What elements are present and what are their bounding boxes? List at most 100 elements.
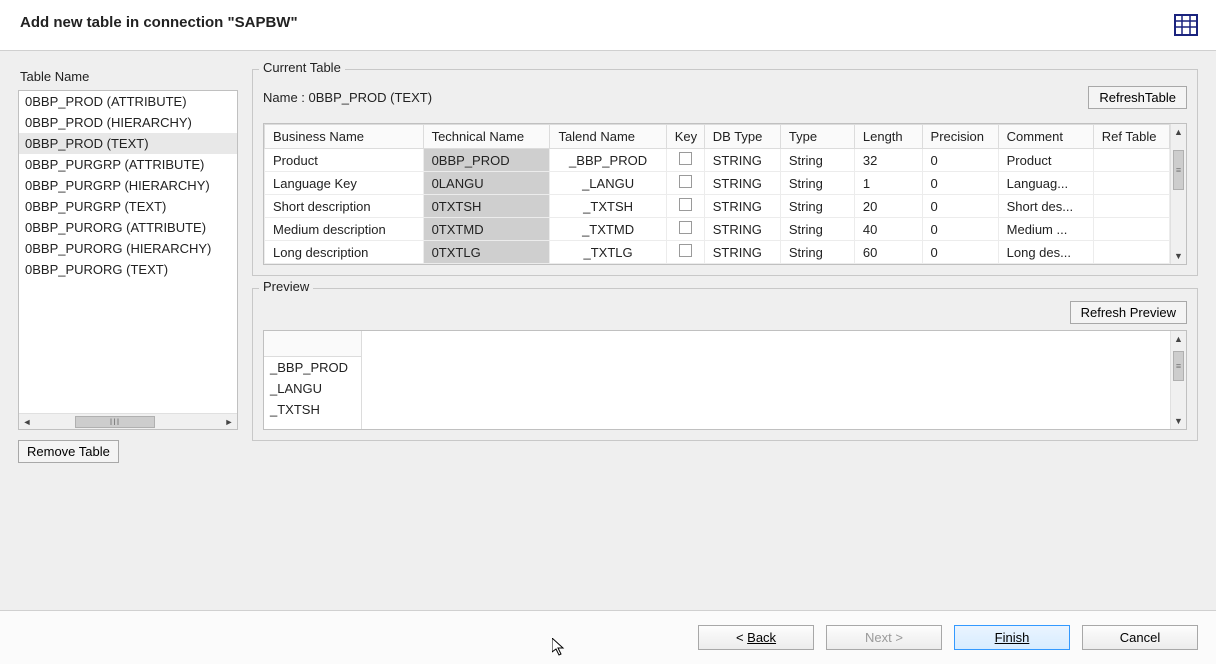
- cell-business[interactable]: Long description: [265, 241, 424, 264]
- col-precision[interactable]: Precision: [922, 125, 998, 149]
- col-business-name[interactable]: Business Name: [265, 125, 424, 149]
- cell-dbtype[interactable]: STRING: [704, 218, 780, 241]
- finish-button[interactable]: Finish: [954, 625, 1070, 650]
- preview-row[interactable]: _LANGU: [264, 378, 361, 399]
- list-item[interactable]: 0BBP_PURGRP (HIERARCHY): [19, 175, 237, 196]
- cell-technical[interactable]: 0BBP_PROD: [423, 149, 550, 172]
- preview-row[interactable]: _TXTSH: [264, 399, 361, 420]
- cell-ref[interactable]: [1093, 218, 1169, 241]
- col-ref-table[interactable]: Ref Table: [1093, 125, 1169, 149]
- cell-dbtype[interactable]: STRING: [704, 172, 780, 195]
- cell-length[interactable]: 20: [854, 195, 922, 218]
- preview-table[interactable]: _BBP_PROD _LANGU _TXTSH ▲ ≡ ▼: [263, 330, 1187, 430]
- checkbox-icon[interactable]: [679, 221, 692, 234]
- cell-type[interactable]: String: [780, 241, 854, 264]
- list-item[interactable]: 0BBP_PROD (ATTRIBUTE): [19, 91, 237, 112]
- checkbox-icon[interactable]: [679, 244, 692, 257]
- scroll-up-icon[interactable]: ▲: [1171, 124, 1186, 140]
- list-item[interactable]: 0BBP_PURGRP (TEXT): [19, 196, 237, 217]
- checkbox-icon[interactable]: [679, 175, 692, 188]
- cell-length[interactable]: 40: [854, 218, 922, 241]
- cell-ref[interactable]: [1093, 195, 1169, 218]
- cell-dbtype[interactable]: STRING: [704, 241, 780, 264]
- cell-talend[interactable]: _BBP_PROD: [550, 149, 666, 172]
- scrollbar-thumb[interactable]: III: [75, 416, 155, 428]
- table-name-list[interactable]: 0BBP_PROD (ATTRIBUTE) 0BBP_PROD (HIERARC…: [18, 90, 238, 430]
- vertical-scrollbar[interactable]: ▲ ≡ ▼: [1170, 124, 1186, 264]
- col-db-type[interactable]: DB Type: [704, 125, 780, 149]
- scroll-right-icon[interactable]: ►: [221, 414, 237, 430]
- cell-technical[interactable]: 0TXTLG: [423, 241, 550, 264]
- scroll-down-icon[interactable]: ▼: [1171, 248, 1186, 264]
- cell-comment[interactable]: Medium ...: [998, 218, 1093, 241]
- scroll-up-icon[interactable]: ▲: [1171, 331, 1186, 347]
- refresh-preview-button[interactable]: Refresh Preview: [1070, 301, 1187, 324]
- cell-key[interactable]: [666, 172, 704, 195]
- cell-length[interactable]: 60: [854, 241, 922, 264]
- cell-type[interactable]: String: [780, 149, 854, 172]
- back-button[interactable]: < Back: [698, 625, 814, 650]
- cell-technical[interactable]: 0TXTMD: [423, 218, 550, 241]
- cell-ref[interactable]: [1093, 172, 1169, 195]
- list-item[interactable]: 0BBP_PROD (TEXT): [19, 133, 237, 154]
- table-row[interactable]: Short description0TXTSH_TXTSHSTRINGStrin…: [265, 195, 1170, 218]
- cell-business[interactable]: Product: [265, 149, 424, 172]
- checkbox-icon[interactable]: [679, 198, 692, 211]
- cell-comment[interactable]: Product: [998, 149, 1093, 172]
- cell-dbtype[interactable]: STRING: [704, 149, 780, 172]
- remove-table-button[interactable]: Remove Table: [18, 440, 119, 463]
- cell-length[interactable]: 1: [854, 172, 922, 195]
- scrollbar-thumb[interactable]: ≡: [1173, 150, 1184, 190]
- list-item[interactable]: 0BBP_PURORG (ATTRIBUTE): [19, 217, 237, 238]
- vertical-scrollbar[interactable]: ▲ ≡ ▼: [1170, 331, 1186, 429]
- list-item[interactable]: 0BBP_PURORG (HIERARCHY): [19, 238, 237, 259]
- cell-length[interactable]: 32: [854, 149, 922, 172]
- cell-type[interactable]: String: [780, 218, 854, 241]
- col-comment[interactable]: Comment: [998, 125, 1093, 149]
- cell-precision[interactable]: 0: [922, 149, 998, 172]
- list-item[interactable]: 0BBP_PURORG (TEXT): [19, 259, 237, 280]
- cell-talend[interactable]: _TXTLG: [550, 241, 666, 264]
- horizontal-scrollbar[interactable]: ◄ III ►: [19, 413, 237, 429]
- checkbox-icon[interactable]: [679, 152, 692, 165]
- table-row[interactable]: Long description0TXTLG_TXTLG STRINGString…: [265, 241, 1170, 264]
- cell-talend[interactable]: _TXTMD: [550, 218, 666, 241]
- cell-talend[interactable]: _LANGU: [550, 172, 666, 195]
- cell-technical[interactable]: 0TXTSH: [423, 195, 550, 218]
- cell-dbtype[interactable]: STRING: [704, 195, 780, 218]
- scrollbar-thumb[interactable]: ≡: [1173, 351, 1184, 381]
- cell-precision[interactable]: 0: [922, 218, 998, 241]
- col-technical-name[interactable]: Technical Name: [423, 125, 550, 149]
- col-type[interactable]: Type: [780, 125, 854, 149]
- cell-key[interactable]: [666, 195, 704, 218]
- scroll-left-icon[interactable]: ◄: [19, 414, 35, 430]
- table-row[interactable]: Medium description0TXTMD_TXTMD STRINGStri…: [265, 218, 1170, 241]
- cell-comment[interactable]: Long des...: [998, 241, 1093, 264]
- preview-row[interactable]: _BBP_PROD: [264, 357, 361, 378]
- scroll-down-icon[interactable]: ▼: [1171, 413, 1186, 429]
- cell-business[interactable]: Medium description: [265, 218, 424, 241]
- cell-type[interactable]: String: [780, 195, 854, 218]
- cell-precision[interactable]: 0: [922, 195, 998, 218]
- cell-key[interactable]: [666, 218, 704, 241]
- schema-table[interactable]: Business Name Technical Name Talend Name…: [264, 124, 1170, 264]
- cell-precision[interactable]: 0: [922, 172, 998, 195]
- col-key[interactable]: Key: [666, 125, 704, 149]
- cancel-button[interactable]: Cancel: [1082, 625, 1198, 650]
- table-row[interactable]: Language Key0LANGU_LANGUSTRINGString10La…: [265, 172, 1170, 195]
- col-talend-name[interactable]: Talend Name: [550, 125, 666, 149]
- cell-key[interactable]: [666, 241, 704, 264]
- cell-ref[interactable]: [1093, 241, 1169, 264]
- cell-technical[interactable]: 0LANGU: [423, 172, 550, 195]
- cell-comment[interactable]: Languag...: [998, 172, 1093, 195]
- cell-ref[interactable]: [1093, 149, 1169, 172]
- cell-talend[interactable]: _TXTSH: [550, 195, 666, 218]
- cell-business[interactable]: Language Key: [265, 172, 424, 195]
- col-length[interactable]: Length: [854, 125, 922, 149]
- list-item[interactable]: 0BBP_PURGRP (ATTRIBUTE): [19, 154, 237, 175]
- cell-comment[interactable]: Short des...: [998, 195, 1093, 218]
- list-item[interactable]: 0BBP_PROD (HIERARCHY): [19, 112, 237, 133]
- refresh-table-button[interactable]: RefreshTable: [1088, 86, 1187, 109]
- table-row[interactable]: Product0BBP_PROD_BBP_PRODSTRINGString320…: [265, 149, 1170, 172]
- cell-precision[interactable]: 0: [922, 241, 998, 264]
